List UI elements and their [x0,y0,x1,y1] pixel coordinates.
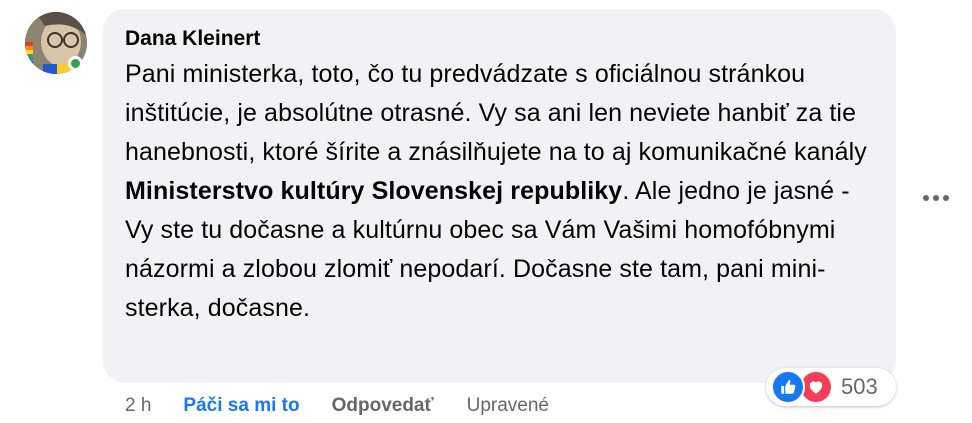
edited-label[interactable]: Upravené [467,395,549,417]
comment-bubble: Dana Kleinert Pani ministerka, toto, čo … [103,9,896,383]
more-dot-icon [933,195,939,201]
comment-actions: 2 h Páči sa mi to Odpovedať Upravené [125,393,549,419]
reply-button[interactable]: Odpovedať [332,395,434,417]
more-options-button[interactable] [918,186,954,210]
reaction-count: 503 [841,374,878,399]
reactions-summary[interactable]: 503 [766,368,896,406]
comment-text-start: Pani ministerka, toto, čo tu predvádzate… [125,60,867,166]
like-button[interactable]: Páči sa mi to [183,395,299,417]
more-dot-icon [943,195,949,201]
mention-link[interactable]: Ministerstvo kultúry Slovenskej republik… [125,177,622,205]
more-dot-icon [923,195,929,201]
comment-author[interactable]: Dana Kleinert [125,25,874,53]
online-status-indicator [68,56,83,71]
comment-timestamp[interactable]: 2 h [125,395,151,417]
comment-text: Pani ministerka, toto, čo tu predvádzate… [125,55,874,328]
like-icon [771,370,805,404]
